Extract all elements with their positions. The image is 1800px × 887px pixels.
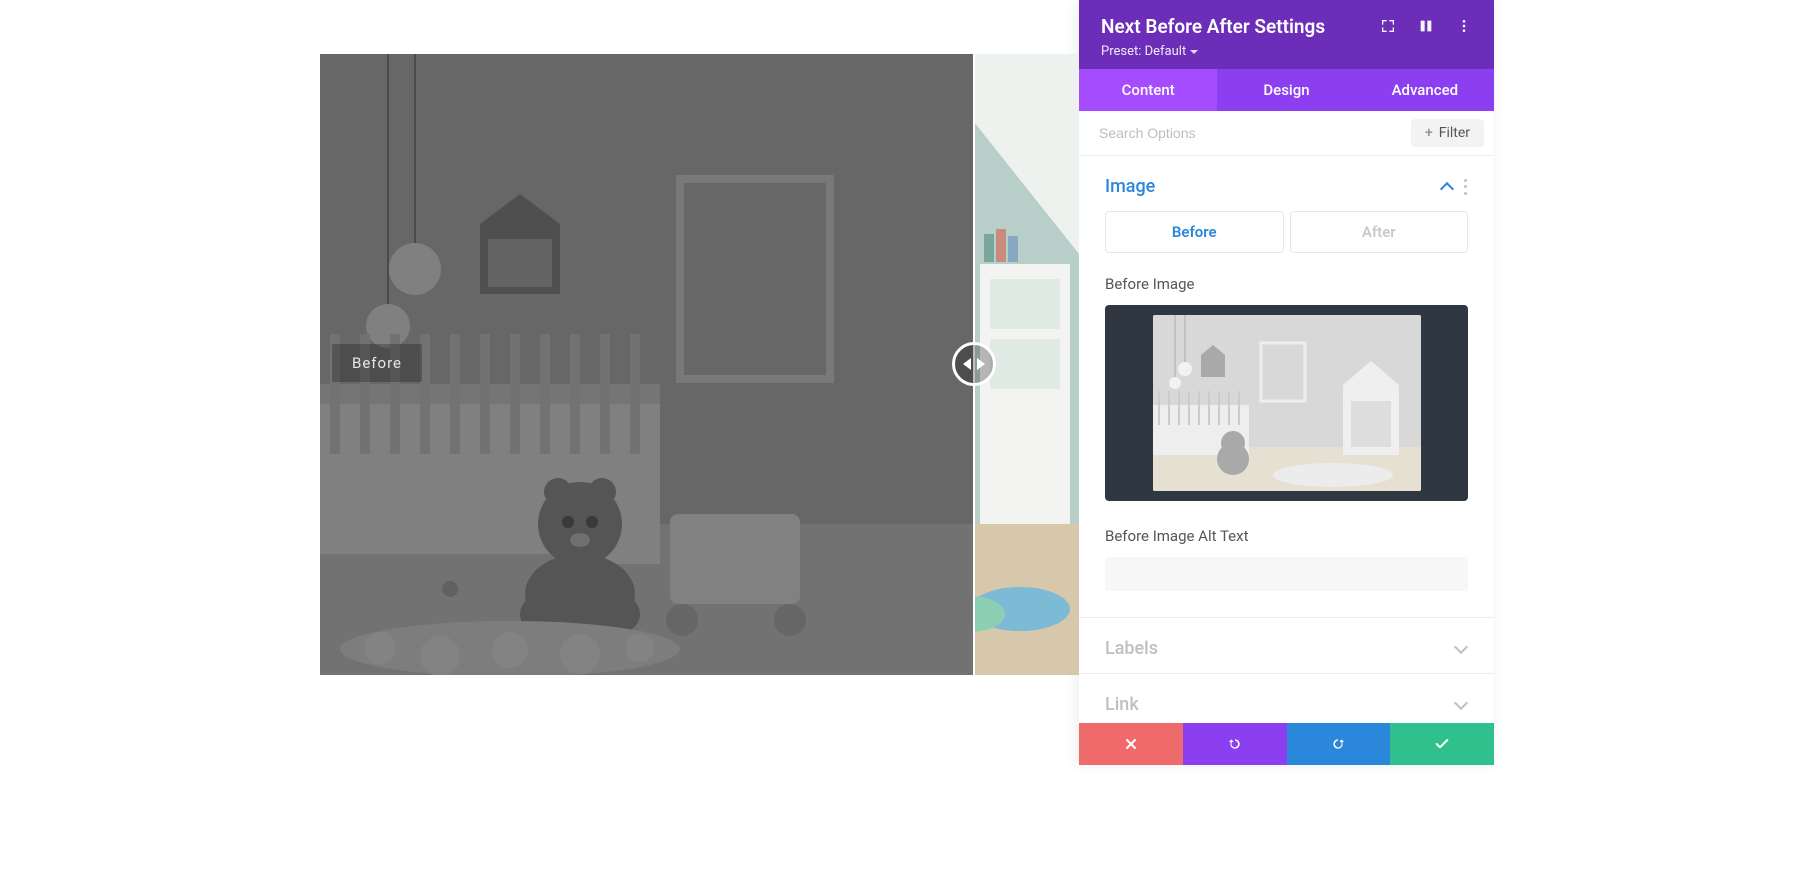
- chevron-up-icon: [1440, 180, 1454, 194]
- tab-advanced[interactable]: Advanced: [1356, 69, 1494, 111]
- caret-down-icon: [1190, 50, 1198, 54]
- slider-handle[interactable]: [952, 342, 996, 386]
- search-row: + Filter: [1079, 111, 1494, 156]
- section-labels-title: Labels: [1105, 638, 1158, 659]
- undo-button[interactable]: [1183, 723, 1287, 765]
- save-button[interactable]: [1390, 723, 1494, 765]
- panel-footer: [1079, 723, 1494, 765]
- before-alt-input[interactable]: [1105, 557, 1468, 591]
- section-labels-header[interactable]: Labels: [1079, 618, 1494, 673]
- before-image-picker[interactable]: [1105, 305, 1468, 501]
- cancel-button[interactable]: [1079, 723, 1183, 765]
- chevron-down-icon: [1454, 698, 1468, 712]
- section-image-title: Image: [1105, 176, 1155, 197]
- section-image-content: Before After Before Image: [1079, 211, 1494, 617]
- arrow-right-icon: [977, 358, 985, 370]
- search-input[interactable]: [1089, 119, 1403, 147]
- tab-design[interactable]: Design: [1217, 69, 1355, 111]
- more-icon[interactable]: [1452, 14, 1476, 38]
- panel-header: Next Before After Settings Preset: Defau…: [1079, 0, 1494, 69]
- preset-label: Preset: Default: [1101, 44, 1186, 59]
- before-image-label: Before Image: [1105, 275, 1468, 293]
- before-after-preview: Before: [320, 54, 1079, 675]
- plus-icon: +: [1425, 125, 1433, 141]
- chevron-down-icon: [1454, 642, 1468, 656]
- toggle-after[interactable]: After: [1290, 211, 1469, 253]
- preset-dropdown[interactable]: Preset: Default: [1101, 44, 1476, 59]
- toggle-before[interactable]: Before: [1105, 211, 1284, 253]
- redo-button[interactable]: [1287, 723, 1391, 765]
- section-image-header[interactable]: Image: [1079, 156, 1494, 211]
- filter-button[interactable]: + Filter: [1411, 119, 1484, 147]
- before-label: Before: [332, 344, 422, 382]
- snap-columns-icon[interactable]: [1414, 14, 1438, 38]
- expand-icon[interactable]: [1376, 14, 1400, 38]
- section-link-header[interactable]: Link: [1079, 674, 1494, 723]
- panel-body: Image Before After Before Image: [1079, 156, 1494, 723]
- before-after-toggle: Before After: [1105, 211, 1468, 253]
- filter-label: Filter: [1439, 125, 1470, 141]
- panel-title: Next Before After Settings: [1101, 15, 1325, 38]
- section-more-icon[interactable]: [1464, 179, 1468, 195]
- before-image-thumb: [1153, 315, 1421, 491]
- before-alt-label: Before Image Alt Text: [1105, 527, 1468, 545]
- settings-panel: Next Before After Settings Preset: Defau…: [1079, 0, 1494, 765]
- section-link-title: Link: [1105, 694, 1139, 715]
- arrow-left-icon: [963, 358, 971, 370]
- main-tabs: Content Design Advanced: [1079, 69, 1494, 111]
- tab-content[interactable]: Content: [1079, 69, 1217, 111]
